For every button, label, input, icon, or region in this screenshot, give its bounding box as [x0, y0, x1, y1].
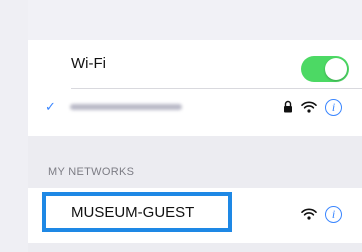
wifi-label: Wi-Fi — [71, 55, 106, 72]
network-row-museum-guest[interactable]: MUSEUM-GUEST i — [28, 188, 362, 243]
wifi-toggle-row[interactable]: Wi-Fi — [28, 40, 362, 88]
connected-network-name — [70, 104, 182, 110]
checkmark-icon: ✓ — [45, 99, 56, 114]
info-icon[interactable]: i — [325, 206, 342, 223]
top-spacer — [28, 0, 362, 40]
connected-network-row[interactable]: ✓ i — [28, 88, 362, 136]
my-networks-group: MUSEUM-GUEST i — [28, 188, 362, 243]
wifi-group: Wi-Fi ✓ i — [28, 40, 362, 136]
wifi-signal-icon — [301, 208, 317, 220]
section-header-my-networks: MY NETWORKS — [48, 166, 135, 178]
info-icon[interactable]: i — [325, 99, 342, 116]
wifi-settings-panel: Wi-Fi ✓ i MY NETWORKS MUSEUM-GUEST i — [28, 0, 362, 252]
lock-icon — [284, 100, 292, 113]
wifi-toggle[interactable] — [301, 56, 349, 82]
wifi-signal-icon — [301, 101, 317, 113]
toggle-knob — [325, 58, 347, 80]
network-label: MUSEUM-GUEST — [71, 204, 195, 221]
